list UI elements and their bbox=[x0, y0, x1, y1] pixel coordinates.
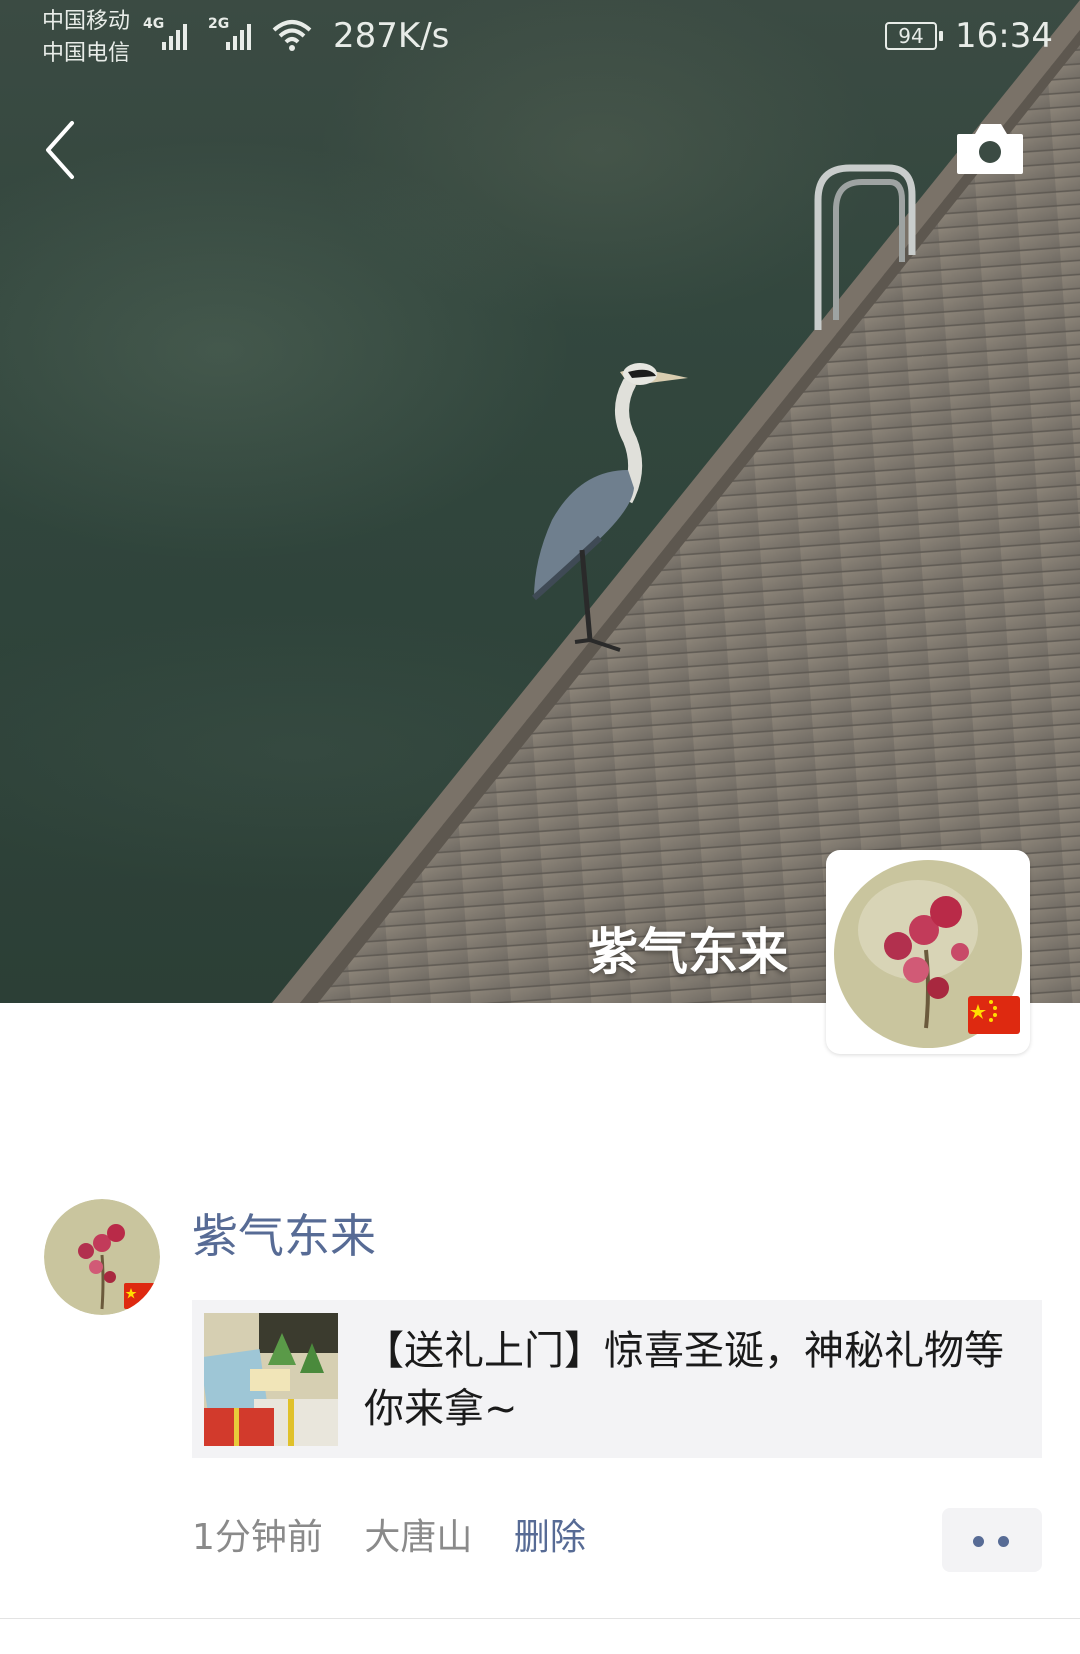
cover-avatar[interactable] bbox=[826, 850, 1030, 1054]
cover-display-name: 紫气东来 bbox=[588, 923, 788, 981]
shared-link-card[interactable]: 【送礼上门】惊喜圣诞，神秘礼物等你来拿~ bbox=[192, 1300, 1042, 1458]
link-title: 【送礼上门】惊喜圣诞，神秘礼物等你来拿~ bbox=[364, 1328, 1004, 1432]
post-meta: 1分钟前 大唐山 删除 bbox=[192, 1508, 616, 1564]
back-button[interactable] bbox=[40, 115, 100, 185]
avatar-image bbox=[834, 860, 1022, 1048]
carrier-2: 中国电信 bbox=[42, 41, 131, 66]
post-author-avatar[interactable] bbox=[44, 1199, 160, 1315]
post-author-name[interactable]: 紫气东来 bbox=[192, 1200, 376, 1266]
clock: 16:34 bbox=[955, 16, 1053, 56]
divider bbox=[0, 1618, 1080, 1619]
battery-icon: 94 bbox=[885, 22, 943, 50]
link-thumbnail bbox=[204, 1313, 338, 1446]
battery-level: 94 bbox=[898, 24, 924, 48]
network-speed: 287K/s bbox=[333, 16, 450, 56]
more-dot-icon bbox=[973, 1536, 984, 1547]
gift-thumbnail-image bbox=[204, 1313, 338, 1446]
camera-icon bbox=[957, 124, 1023, 174]
post-location[interactable]: 大唐山 bbox=[364, 1517, 472, 1558]
chevron-left-icon bbox=[46, 121, 74, 179]
wifi-icon bbox=[272, 20, 312, 51]
avatar-image bbox=[44, 1199, 160, 1315]
signal-strength-2-icon bbox=[226, 20, 251, 50]
carrier-1: 中国移动 bbox=[42, 9, 131, 34]
status-bar: 中国移动 中国电信 4G 2G 287K/s 94 16:34 bbox=[0, 0, 1080, 80]
more-dot-icon bbox=[998, 1536, 1009, 1547]
carrier-names: 中国移动 中国电信 bbox=[42, 6, 130, 70]
post-time: 1分钟前 bbox=[192, 1517, 323, 1558]
camera-button[interactable] bbox=[955, 118, 1025, 178]
delete-button[interactable]: 删除 bbox=[514, 1517, 586, 1558]
signal-strength-1-icon bbox=[162, 20, 187, 50]
more-actions-button[interactable] bbox=[942, 1508, 1042, 1572]
